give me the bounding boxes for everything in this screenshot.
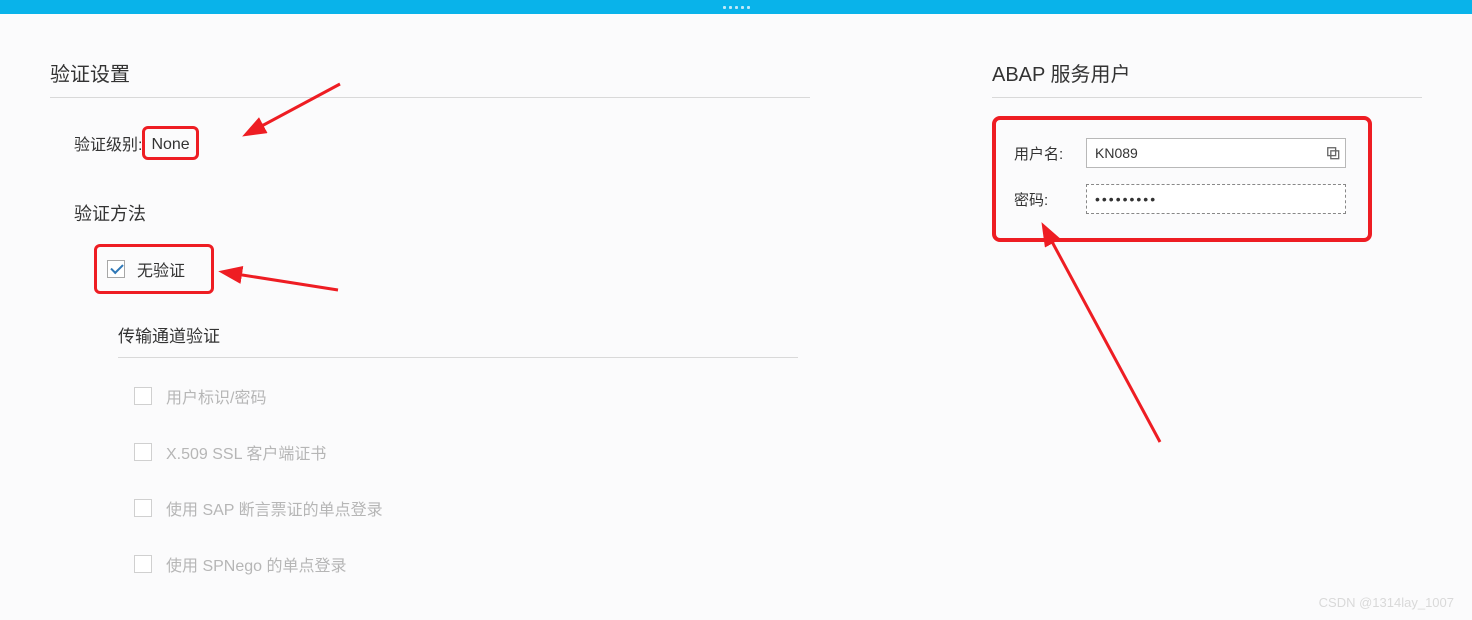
auth-settings-title: 验证设置	[50, 58, 810, 98]
checkbox-x509	[134, 443, 152, 461]
password-label: 密码:	[1014, 189, 1086, 210]
list-item: 用户标识/密码	[134, 384, 810, 408]
abap-user-block: 用户名: 密码:	[992, 116, 1422, 242]
auth-level-label: 验证级别:	[74, 131, 142, 155]
checkbox-user-password	[134, 387, 152, 405]
option-label: 使用 SAP 断言票证的单点登录	[166, 496, 383, 520]
password-row: 密码:	[1014, 184, 1346, 214]
channel-options: 用户标识/密码 X.509 SSL 客户端证书 使用 SAP 断言票证的单点登录…	[134, 384, 810, 576]
username-label: 用户名:	[1014, 143, 1086, 164]
abap-user-highlight-panel: 用户名: 密码:	[992, 116, 1372, 242]
auth-level-value-highlight: None	[142, 126, 198, 160]
watermark: CSDN @1314lay_1007	[1319, 595, 1454, 610]
auth-settings-section: 验证设置 验证级别: None 验证方法 无验证 传输通道验证 用户标识/密码 …	[50, 58, 810, 608]
drag-grip-icon	[723, 6, 750, 9]
abap-user-title: ABAP 服务用户	[992, 58, 1422, 98]
checkbox-sap-assertion	[134, 499, 152, 517]
list-item: 使用 SPNego 的单点登录	[134, 552, 810, 576]
channel-auth-title: 传输通道验证	[118, 322, 798, 358]
auth-method-box: 无验证	[94, 244, 810, 294]
page-body: 验证设置 验证级别: None 验证方法 无验证 传输通道验证 用户标识/密码 …	[0, 14, 1472, 608]
top-divider-bar[interactable]	[0, 0, 1472, 14]
no-auth-label: 无验证	[137, 257, 185, 281]
auth-level-value: None	[149, 129, 191, 161]
auth-method-title: 验证方法	[50, 200, 810, 226]
username-input[interactable]	[1086, 138, 1346, 168]
username-input-wrap	[1086, 138, 1346, 168]
list-item: 使用 SAP 断言票证的单点登录	[134, 496, 810, 520]
auth-level-row: 验证级别: None	[50, 126, 810, 160]
no-auth-checkbox[interactable]	[107, 260, 125, 278]
value-help-icon[interactable]	[1324, 144, 1342, 162]
option-label: 使用 SPNego 的单点登录	[166, 552, 347, 576]
checkbox-spnego	[134, 555, 152, 573]
password-input-wrap	[1086, 184, 1346, 214]
password-input[interactable]	[1086, 184, 1346, 214]
abap-user-section: ABAP 服务用户 用户名: 密码:	[992, 58, 1422, 608]
option-label: X.509 SSL 客户端证书	[166, 440, 326, 464]
option-label: 用户标识/密码	[166, 384, 266, 408]
no-auth-highlight: 无验证	[94, 244, 214, 294]
list-item: X.509 SSL 客户端证书	[134, 440, 810, 464]
username-row: 用户名:	[1014, 138, 1346, 168]
